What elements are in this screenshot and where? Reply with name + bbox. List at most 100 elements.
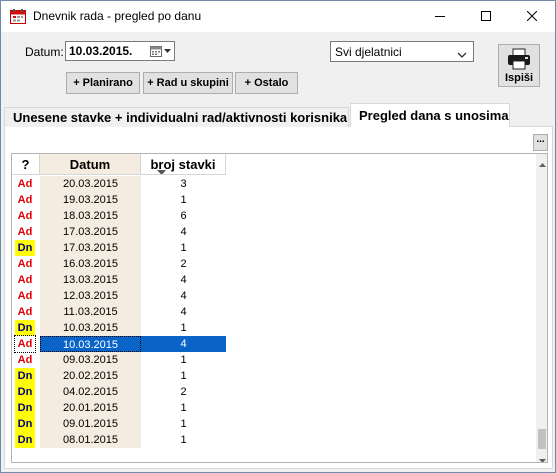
column-header-date[interactable]: Datum [40, 154, 166, 175]
title-bar: Dnevnik rada - pregled po danu [1, 1, 555, 32]
more-options-button[interactable]: ... [533, 134, 548, 151]
row-type-cell[interactable]: Ad [15, 192, 35, 208]
row-count-cell[interactable]: 4 [141, 224, 226, 240]
row-type-cell[interactable]: Ad [15, 208, 35, 224]
print-button-label: Ispiši [504, 72, 534, 84]
row-date-cell[interactable]: 20.01.2015 [40, 400, 141, 416]
row-date-cell[interactable]: 10.03.2015 [40, 336, 141, 352]
row-count-cell[interactable]: 1 [141, 192, 226, 208]
row-type-cell[interactable]: Ad [15, 304, 35, 320]
table-row[interactable]: Ad 13.03.2015 4 [12, 272, 226, 288]
add-group-work-button[interactable]: + Rad u skupini [143, 72, 233, 94]
scrollbar-thumb[interactable] [538, 429, 546, 449]
row-type-cell[interactable]: Ad [15, 224, 35, 240]
table-row[interactable]: Dn 04.02.2015 2 [12, 384, 226, 400]
row-type-cell[interactable]: Ad [15, 272, 35, 288]
row-date-cell[interactable]: 09.03.2015 [40, 352, 141, 368]
close-button[interactable] [509, 1, 555, 32]
row-date-cell[interactable]: 10.03.2015 [40, 320, 141, 336]
row-type-cell[interactable]: Dn [15, 416, 35, 432]
printer-icon [507, 48, 531, 73]
table-row[interactable]: Ad 17.03.2015 4 [12, 224, 226, 240]
row-count-cell[interactable]: 1 [141, 416, 226, 432]
grid-header: ? Datum broj stavki [12, 154, 226, 175]
add-planned-button[interactable]: + Planirano [66, 72, 140, 94]
row-count-cell[interactable]: 3 [141, 176, 226, 192]
row-count-cell[interactable]: 1 [141, 352, 226, 368]
tab-entered-items[interactable]: Unesene stavke + individualni rad/aktivn… [4, 107, 349, 127]
table-row[interactable]: Dn 20.02.2015 1 [12, 368, 226, 384]
row-count-cell[interactable]: 1 [141, 368, 226, 384]
row-date-cell[interactable]: 12.03.2015 [40, 288, 141, 304]
date-label: Datum: [25, 45, 64, 59]
close-icon [527, 11, 537, 21]
column-header-item-count[interactable]: broj stavki [141, 154, 226, 175]
calendar-dropdown-icon[interactable] [150, 45, 172, 61]
table-row[interactable]: Dn 17.03.2015 1 [12, 240, 226, 256]
table-row[interactable]: Ad 10.03.2015 4 [12, 335, 226, 353]
table-row[interactable]: Dn 09.01.2015 1 [12, 416, 226, 432]
row-type-cell[interactable]: Dn [15, 432, 35, 448]
row-type-cell[interactable]: Dn [15, 320, 35, 336]
column-header-type[interactable]: ? [12, 154, 40, 175]
scroll-up-icon[interactable] [539, 157, 546, 171]
row-type-cell[interactable]: Ad [15, 352, 35, 368]
add-other-button[interactable]: + Ostalo [235, 72, 298, 94]
table-row[interactable]: Dn 10.03.2015 1 [12, 320, 226, 336]
row-date-cell[interactable]: 13.03.2015 [40, 272, 141, 288]
minimize-icon [435, 16, 445, 17]
date-picker[interactable]: 10.03.2015. [65, 41, 175, 61]
row-count-cell[interactable]: 1 [141, 432, 226, 448]
tab-day-overview[interactable]: Pregled dana s unosima [350, 103, 510, 127]
vertical-scrollbar[interactable] [536, 154, 547, 462]
grid-rows: Ad 20.03.2015 3 Ad 19.03.2015 1 Ad 18.03.2015 6 A… [12, 176, 226, 448]
maximize-icon [481, 11, 491, 21]
row-count-cell[interactable]: 4 [141, 288, 226, 304]
table-row[interactable]: Dn 08.01.2015 1 [12, 432, 226, 448]
row-type-cell[interactable]: Dn [15, 400, 35, 416]
row-count-cell[interactable]: 6 [141, 208, 226, 224]
row-count-cell[interactable]: 4 [141, 272, 226, 288]
row-date-cell[interactable]: 11.03.2015 [40, 304, 141, 320]
row-type-cell[interactable]: Ad [14, 335, 36, 353]
row-count-cell[interactable]: 1 [141, 320, 226, 336]
column-header-date-label: Datum [69, 157, 111, 172]
row-date-cell[interactable]: 20.02.2015 [40, 368, 141, 384]
row-count-cell[interactable]: 2 [141, 384, 226, 400]
row-type-cell[interactable]: Dn [15, 368, 35, 384]
row-date-cell[interactable]: 17.03.2015 [40, 224, 141, 240]
table-row[interactable]: Ad 16.03.2015 2 [12, 256, 226, 272]
maximize-button[interactable] [463, 1, 509, 32]
row-type-cell[interactable]: Dn [15, 240, 35, 256]
row-date-cell[interactable]: 09.01.2015 [40, 416, 141, 432]
row-count-cell[interactable]: 1 [141, 240, 226, 256]
table-row[interactable]: Ad 12.03.2015 4 [12, 288, 226, 304]
chevron-down-icon [457, 48, 467, 62]
date-value[interactable]: 10.03.2015. [69, 44, 132, 58]
row-date-cell[interactable]: 08.01.2015 [40, 432, 141, 448]
scroll-down-icon[interactable] [539, 453, 546, 462]
table-row[interactable]: Ad 09.03.2015 1 [12, 352, 226, 368]
employee-select[interactable]: Svi djelatnici [330, 41, 474, 62]
table-row[interactable]: Ad 18.03.2015 6 [12, 208, 226, 224]
row-type-cell[interactable]: Ad [15, 288, 35, 304]
row-date-cell[interactable]: 04.02.2015 [40, 384, 141, 400]
row-type-cell[interactable]: Ad [15, 256, 35, 272]
minimize-button[interactable] [417, 1, 463, 32]
row-count-cell[interactable]: 4 [141, 336, 226, 352]
row-date-cell[interactable]: 18.03.2015 [40, 208, 141, 224]
row-date-cell[interactable]: 17.03.2015 [40, 240, 141, 256]
row-date-cell[interactable]: 16.03.2015 [40, 256, 141, 272]
row-type-cell[interactable]: Ad [15, 176, 35, 192]
row-count-cell[interactable]: 2 [141, 256, 226, 272]
row-date-cell[interactable]: 20.03.2015 [40, 176, 141, 192]
table-row[interactable]: Ad 19.03.2015 1 [12, 192, 226, 208]
table-row[interactable]: Dn 20.01.2015 1 [12, 400, 226, 416]
row-type-cell[interactable]: Dn [15, 384, 35, 400]
table-row[interactable]: Ad 20.03.2015 3 [12, 176, 226, 192]
row-date-cell[interactable]: 19.03.2015 [40, 192, 141, 208]
row-count-cell[interactable]: 1 [141, 400, 226, 416]
print-button[interactable]: Ispiši [498, 44, 540, 87]
row-count-cell[interactable]: 4 [141, 304, 226, 320]
table-row[interactable]: Ad 11.03.2015 4 [12, 304, 226, 320]
